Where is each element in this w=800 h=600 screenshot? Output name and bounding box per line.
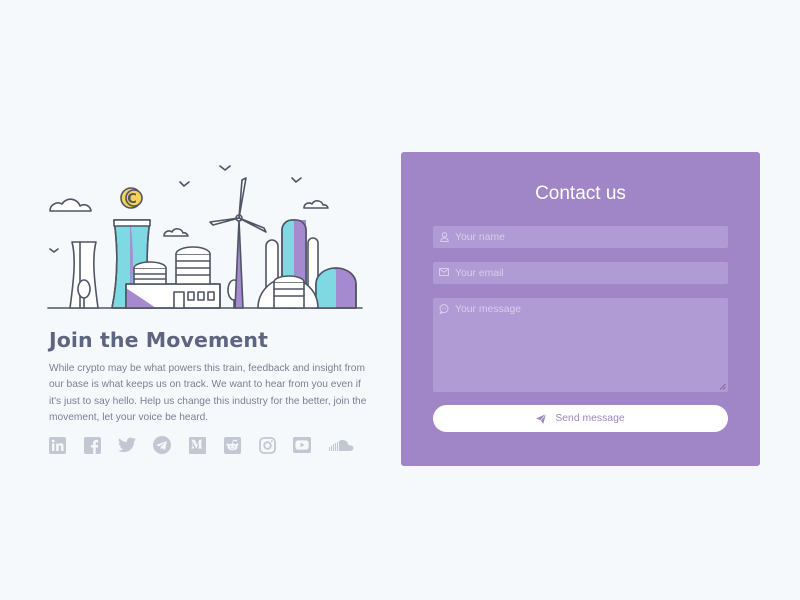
send-message-button[interactable]: Send message	[433, 405, 728, 432]
section-blurb: While crypto may be what powers this tra…	[49, 363, 367, 424]
envelope-icon	[433, 262, 455, 276]
facebook-icon	[83, 436, 101, 454]
linkedin-link[interactable]	[48, 436, 66, 454]
social-links	[48, 436, 371, 454]
coin-letter: C	[127, 192, 137, 207]
reddit-icon	[223, 436, 241, 454]
resize-grip-icon[interactable]	[719, 383, 726, 390]
email-field-wrapper	[433, 262, 728, 284]
soundcloud-link[interactable]	[328, 436, 354, 454]
user-icon	[433, 226, 455, 242]
contact-title: Contact us	[535, 183, 626, 204]
facebook-link[interactable]	[83, 436, 101, 454]
name-field-wrapper	[433, 226, 728, 248]
paper-plane-icon	[536, 413, 547, 424]
message-textarea[interactable]	[455, 298, 728, 384]
youtube-icon	[293, 437, 311, 453]
email-input[interactable]	[455, 262, 728, 279]
telegram-link[interactable]	[153, 436, 171, 454]
telegram-icon	[153, 436, 171, 454]
section-headline: Join the Movement	[49, 328, 269, 352]
name-input[interactable]	[455, 226, 728, 243]
youtube-link[interactable]	[293, 436, 311, 454]
medium-link[interactable]	[188, 436, 206, 454]
factory-illustration: C	[47, 165, 363, 309]
twitter-icon	[118, 437, 136, 453]
message-field-wrapper	[433, 298, 728, 392]
send-message-label: Send message	[555, 413, 625, 424]
twitter-link[interactable]	[118, 436, 136, 454]
soundcloud-icon	[329, 440, 354, 451]
medium-icon	[188, 436, 206, 454]
instagram-icon	[258, 436, 276, 454]
chat-bubble-icon	[433, 298, 455, 314]
linkedin-icon	[48, 436, 66, 454]
reddit-link[interactable]	[223, 436, 241, 454]
instagram-link[interactable]	[258, 436, 276, 454]
